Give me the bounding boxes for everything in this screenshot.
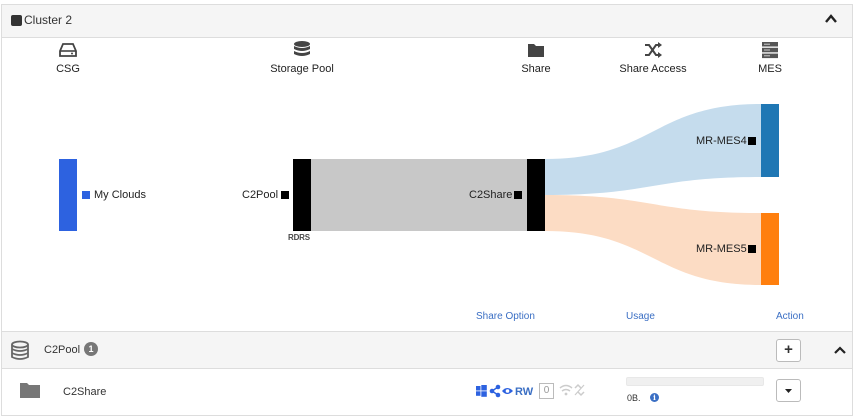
caret-down-icon xyxy=(785,389,792,393)
share-options xyxy=(476,384,513,398)
share-name: C2Share xyxy=(63,386,107,398)
action-header: Action xyxy=(776,311,804,322)
usage-bar xyxy=(626,377,764,386)
flow-share-to-mes4 xyxy=(545,104,761,195)
pool-name: C2Pool xyxy=(44,344,81,356)
usage-text: 0B. xyxy=(627,393,641,403)
node-mes4[interactable] xyxy=(761,104,779,177)
legend-square xyxy=(82,191,90,199)
action-dropdown-button[interactable] xyxy=(776,379,801,402)
chevron-up-icon[interactable] xyxy=(833,344,847,356)
flow-share-to-mes5 xyxy=(545,195,761,285)
share-count-badge: 1 xyxy=(84,342,98,356)
share-option-header: Share Option xyxy=(476,311,535,322)
legend-square xyxy=(281,191,289,199)
wifi-icon xyxy=(559,384,573,396)
node-pool[interactable] xyxy=(293,159,311,231)
pool-tag: RDRS xyxy=(288,233,310,242)
access-mode: RW xyxy=(515,386,534,398)
node-label-mes4: MR-MES4 xyxy=(696,135,747,147)
legend-square xyxy=(748,245,756,253)
legend-square xyxy=(514,191,522,199)
node-csg[interactable] xyxy=(59,159,77,231)
node-label-pool: C2Pool xyxy=(242,189,279,201)
sankey-diagram xyxy=(59,104,779,285)
info-icon[interactable]: i xyxy=(650,393,659,402)
node-mes5[interactable] xyxy=(761,213,779,285)
share-row[interactable]: C2Share RW 0 0B. i xyxy=(2,370,852,414)
pool-row[interactable]: C2Pool 1 + xyxy=(2,331,852,369)
legend-square xyxy=(748,137,756,145)
database-icon xyxy=(11,340,29,360)
node-label-share: C2Share xyxy=(469,189,513,201)
windows-icon[interactable] xyxy=(476,385,487,397)
add-share-button[interactable]: + xyxy=(776,339,801,362)
unlink-icon xyxy=(574,383,585,397)
node-share[interactable] xyxy=(527,159,545,231)
share-nodes-icon[interactable] xyxy=(489,384,501,398)
usage-header: Usage xyxy=(626,311,655,322)
eye-icon[interactable] xyxy=(502,388,513,394)
folder-icon xyxy=(20,383,40,398)
node-label-csg: My Clouds xyxy=(94,189,146,201)
node-label-mes5: MR-MES5 xyxy=(696,243,747,255)
connection-count: 0 xyxy=(539,383,554,399)
